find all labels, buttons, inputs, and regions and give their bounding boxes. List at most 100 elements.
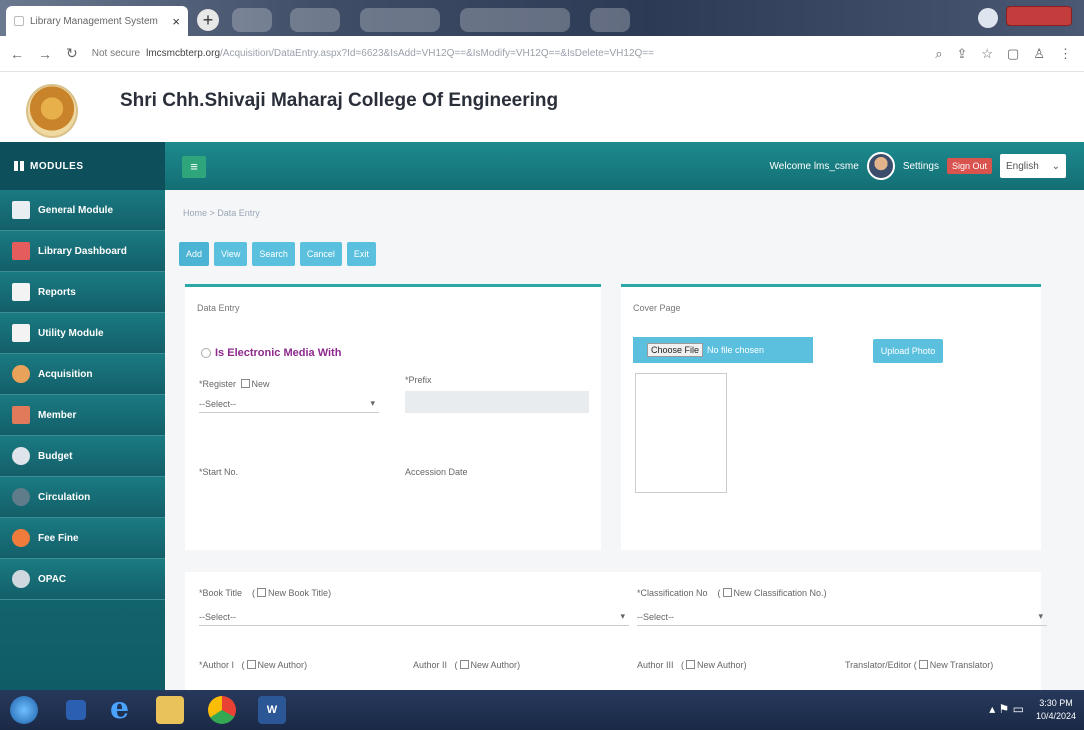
file-input[interactable]: Choose File No file chosen <box>633 337 813 363</box>
settings-link[interactable]: Settings <box>903 161 939 172</box>
classification-select[interactable]: --Select-- ▾ <box>637 608 1047 626</box>
forward-icon[interactable]: → <box>38 46 52 62</box>
book-title-select[interactable]: --Select-- ▾ <box>199 608 629 626</box>
taskbar: e W ▴ ⚑ ▭ 3:30 PM 10/4/2024 <box>0 690 1084 730</box>
sidebar-item-budget[interactable]: Budget <box>0 436 165 477</box>
sidebar-item-label: Acquisition <box>38 368 93 380</box>
sidepanel-icon[interactable]: ▢ <box>1007 46 1019 62</box>
sidebar: General Module Library Dashboard Reports… <box>0 190 165 690</box>
browser-tab-bar: Library Management System × + <box>0 0 1084 36</box>
account-icon[interactable]: ♙ <box>1033 46 1045 62</box>
sidebar-item-member[interactable]: Member <box>0 395 165 436</box>
view-button[interactable]: View <box>214 242 248 266</box>
browser-tab[interactable]: Library Management System × <box>6 6 188 36</box>
action-buttons: Add View Search Cancel Exit <box>179 242 376 266</box>
prefix-input[interactable] <box>405 391 589 413</box>
add-button[interactable]: Add <box>179 242 210 266</box>
no-file-text: No file chosen <box>707 345 765 355</box>
modules-label: MODULES <box>30 160 84 172</box>
sidebar-item-utility-module[interactable]: Utility Module <box>0 313 165 354</box>
file-explorer-icon[interactable] <box>156 696 184 724</box>
word-icon[interactable]: W <box>258 696 286 724</box>
new-author-label: New Author <box>697 660 744 670</box>
new-tab-button[interactable]: + <box>197 9 219 31</box>
url-host: lmcsmcbterp.org <box>146 48 220 59</box>
menu-icon[interactable]: ⋮ <box>1059 46 1072 62</box>
electronic-media-label: Is Electronic Media With <box>215 347 342 359</box>
blurred-tab[interactable] <box>290 8 340 32</box>
sign-out-button[interactable]: Sign Out <box>946 158 992 174</box>
register-label: *Register <box>199 379 237 389</box>
back-icon[interactable]: ← <box>10 46 24 62</box>
chrome-icon[interactable] <box>208 696 236 724</box>
new-register-checkbox[interactable] <box>240 379 250 388</box>
cancel-button[interactable]: Cancel <box>299 242 342 266</box>
exit-button[interactable]: Exit <box>346 242 376 266</box>
hamburger-menu-button[interactable]: ≡ <box>182 156 206 178</box>
blurred-tab[interactable] <box>460 8 570 32</box>
sidebar-item-label: Utility Module <box>38 327 104 339</box>
electronic-media-option[interactable]: Is Electronic Media With <box>201 347 341 359</box>
window-controls[interactable] <box>1006 6 1072 26</box>
new-classification-label: New Classification No. <box>733 588 824 598</box>
author2-label: Author II <box>413 660 448 670</box>
new-author1-checkbox[interactable] <box>246 660 256 669</box>
chevron-down-icon: ▾ <box>1038 611 1043 621</box>
avatar[interactable] <box>866 152 895 180</box>
sidebar-item-reports[interactable]: Reports <box>0 272 165 313</box>
new-translator-checkbox[interactable] <box>918 660 928 669</box>
book-title-label: *Book Title <box>199 588 243 598</box>
sidebar-item-library-dashboard[interactable]: Library Dashboard <box>0 231 165 272</box>
main-content: Home > Data Entry Add View Search Cancel… <box>165 190 1084 692</box>
blurred-tab[interactable] <box>232 8 272 32</box>
sidebar-item-fee-fine[interactable]: Fee Fine <box>0 518 165 559</box>
media-player-icon[interactable] <box>66 700 86 720</box>
sidebar-item-label: Member <box>38 409 77 421</box>
start-button-icon[interactable] <box>10 696 38 724</box>
module-icon <box>12 201 30 219</box>
clock-date: 10/4/2024 <box>1035 711 1076 721</box>
share-icon[interactable]: ⇪ <box>956 46 967 62</box>
budget-icon <box>12 447 30 465</box>
radio-button[interactable] <box>201 348 211 358</box>
breadcrumb[interactable]: Home > Data Entry <box>183 208 260 218</box>
new-author2-checkbox[interactable] <box>459 660 469 669</box>
blurred-tab[interactable] <box>360 8 440 32</box>
new-book-title-checkbox[interactable] <box>257 588 267 597</box>
user-area: Welcome lms_csme Settings Sign Out Engli… <box>770 152 1066 180</box>
new-author-label: New Author <box>257 660 305 670</box>
profile-icon[interactable] <box>978 8 998 28</box>
classification-label: *Classification No <box>637 588 708 598</box>
sidebar-item-acquisition[interactable]: Acquisition <box>0 354 165 395</box>
star-icon[interactable]: ☆ <box>981 46 993 62</box>
sidebar-item-label: Budget <box>38 450 73 462</box>
language-select[interactable]: English ⌄ <box>1000 154 1066 178</box>
new-author3-checkbox[interactable] <box>686 660 696 669</box>
address-bar-actions: ⌕ ⇪ ☆ ▢ ♙ ⋮ <box>935 46 1072 62</box>
college-name: Shri Chh.Shivaji Maharaj College Of Engi… <box>120 90 559 111</box>
accession-date-label: Accession Date <box>405 467 468 477</box>
cover-page-panel: Cover Page Choose File No file chosen Up… <box>621 284 1041 550</box>
new-classification-checkbox[interactable] <box>722 588 732 597</box>
sidebar-item-general-module[interactable]: General Module <box>0 190 165 231</box>
search-button[interactable]: Search <box>252 242 295 266</box>
sidebar-item-opac[interactable]: OPAC <box>0 559 165 600</box>
choose-file-button[interactable]: Choose File <box>647 343 704 357</box>
sidebar-item-label: Fee Fine <box>38 532 79 544</box>
clock[interactable]: 3:30 PM 10/4/2024 <box>1036 697 1076 723</box>
register-value: --Select-- <box>199 398 237 409</box>
blurred-tab[interactable] <box>590 8 630 32</box>
translator-label-group: Translator/Editor (New Translator) <box>845 660 994 670</box>
internet-explorer-icon[interactable]: e <box>110 694 138 724</box>
college-logo <box>26 84 78 138</box>
reload-icon[interactable]: ↻ <box>66 45 78 62</box>
url-field[interactable]: Not secure lmcsmcbterp.org/Acquisition/Da… <box>92 48 732 59</box>
register-select[interactable]: --Select-- ▾ <box>199 395 379 413</box>
sidebar-item-circulation[interactable]: Circulation <box>0 477 165 518</box>
sidebar-item-label: General Module <box>38 204 114 216</box>
member-icon <box>12 406 30 424</box>
tab-close-icon[interactable]: × <box>172 14 180 29</box>
search-icon[interactable]: ⌕ <box>935 46 942 62</box>
system-tray[interactable]: ▴ ⚑ ▭ <box>989 702 1024 716</box>
upload-photo-button[interactable]: Upload Photo <box>873 339 943 363</box>
